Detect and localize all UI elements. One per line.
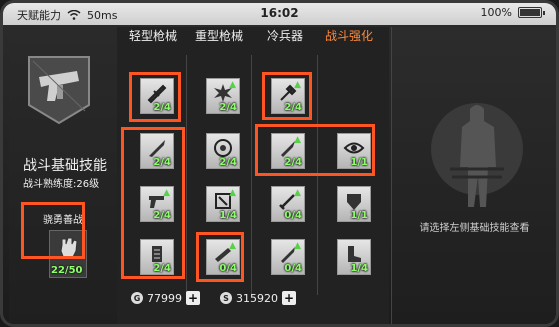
skill-count: 1/4 bbox=[219, 210, 237, 221]
brave-count: 22/50 bbox=[51, 265, 83, 276]
upgrade-arrow-icon: ▲ bbox=[294, 241, 301, 251]
gold-amount: 77999 bbox=[147, 291, 182, 305]
gatling-icon bbox=[214, 139, 232, 157]
column-light-guns[interactable]: 轻型枪械 bbox=[123, 27, 183, 44]
skill-cell-boost-3[interactable]: 1/1 bbox=[337, 186, 371, 222]
hint-text: 请选择左侧基础技能查看 bbox=[419, 223, 530, 234]
skill-cell-melee-3[interactable]: ▲ 0/4 bbox=[271, 186, 305, 222]
skill-count: 2/4 bbox=[219, 157, 237, 168]
clock: 16:02 bbox=[260, 6, 299, 20]
soldier-silhouette-icon bbox=[431, 103, 523, 207]
add-silver-button[interactable]: + bbox=[282, 291, 296, 305]
column-combat-boost[interactable]: 战斗强化 bbox=[319, 27, 379, 44]
right-panel: 请选择左侧基础技能查看 bbox=[391, 27, 556, 324]
upgrade-arrow-icon: ▲ bbox=[229, 188, 236, 198]
smg-emblem-icon[interactable] bbox=[19, 47, 99, 127]
skill-cell-melee-4[interactable]: ▲ 0/4 bbox=[271, 239, 305, 275]
skill-cell-heavy-1[interactable]: ▲ 2/4 bbox=[206, 78, 240, 114]
silver-coin-icon: S bbox=[220, 292, 232, 304]
skill-level: 战斗熟练度:26级 bbox=[23, 179, 100, 190]
status-bar: 天赋能力 50ms 16:02 100% bbox=[3, 3, 556, 25]
skill-cell-heavy-2[interactable]: 2/4 bbox=[206, 133, 240, 169]
silver-amount: 315920 bbox=[236, 291, 278, 305]
gold-coin-icon: G bbox=[131, 292, 143, 304]
battery-icon bbox=[518, 7, 545, 18]
highlight-brave bbox=[21, 202, 85, 259]
armor-icon bbox=[347, 194, 361, 210]
skill-cell-heavy-3[interactable]: ▲ 1/4 bbox=[206, 186, 240, 222]
game-window: 天赋能力 50ms 16:02 100% 战斗基础技能 战斗熟练度:26级 骁勇… bbox=[0, 0, 559, 327]
add-gold-button[interactable]: + bbox=[186, 291, 200, 305]
skill-count: 2/4 bbox=[219, 102, 237, 113]
skill-count: 0/4 bbox=[284, 210, 302, 221]
gold-display: G 77999 + bbox=[131, 291, 200, 305]
highlight-light-1 bbox=[129, 72, 181, 122]
column-melee[interactable]: 冷兵器 bbox=[255, 27, 315, 44]
skill-cell-boost-4[interactable]: 1/4 bbox=[337, 239, 371, 275]
skill-count: 1/4 bbox=[350, 263, 368, 274]
skill-count: 0/4 bbox=[284, 263, 302, 274]
silver-display: S 315920 + bbox=[220, 291, 296, 305]
highlight-light-column bbox=[121, 127, 185, 279]
skill-title: 战斗基础技能 bbox=[23, 158, 107, 174]
highlight-heavy-4 bbox=[196, 232, 244, 282]
upgrade-arrow-icon: ▲ bbox=[229, 80, 236, 90]
boots-icon bbox=[348, 246, 361, 262]
left-panel: 战斗基础技能 战斗熟练度:26级 骁勇善战 22/50 bbox=[9, 27, 117, 324]
highlight-melee-1 bbox=[262, 72, 312, 120]
skill-count: 1/1 bbox=[350, 210, 368, 221]
column-heavy-guns[interactable]: 重型枪械 bbox=[189, 27, 249, 44]
upgrade-arrow-icon: ▲ bbox=[294, 188, 301, 198]
battery-label: 100% bbox=[480, 6, 512, 19]
highlight-row-2 bbox=[255, 124, 375, 176]
